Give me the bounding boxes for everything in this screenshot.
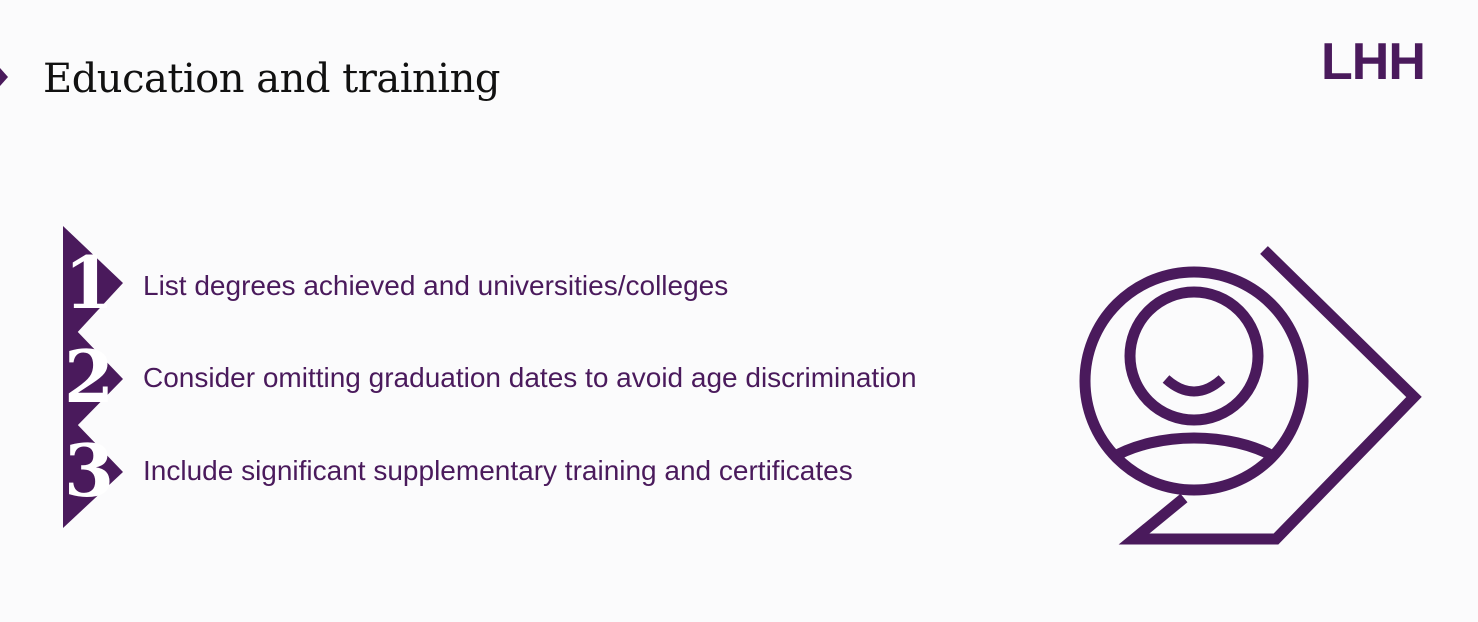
slide-title: Education and training xyxy=(43,56,500,102)
number-2: 2 xyxy=(64,334,114,419)
person-chevron-icon xyxy=(1079,246,1422,545)
list-item-graduation-dates: Consider omitting graduation dates to av… xyxy=(143,362,917,393)
number-3: 3 xyxy=(64,428,114,513)
lhh-logo: LHH xyxy=(1321,33,1426,91)
list-item-training-certificates: Include significant supplementary traini… xyxy=(143,455,853,486)
slide: Education and training LHH 1 2 3 List de… xyxy=(0,0,1478,622)
list-item-degrees: List degrees achieved and universities/c… xyxy=(143,270,729,301)
numbered-chevron-strip: 1 2 3 xyxy=(63,226,123,528)
number-1: 1 xyxy=(64,240,114,325)
title-marker-icon xyxy=(0,68,8,86)
